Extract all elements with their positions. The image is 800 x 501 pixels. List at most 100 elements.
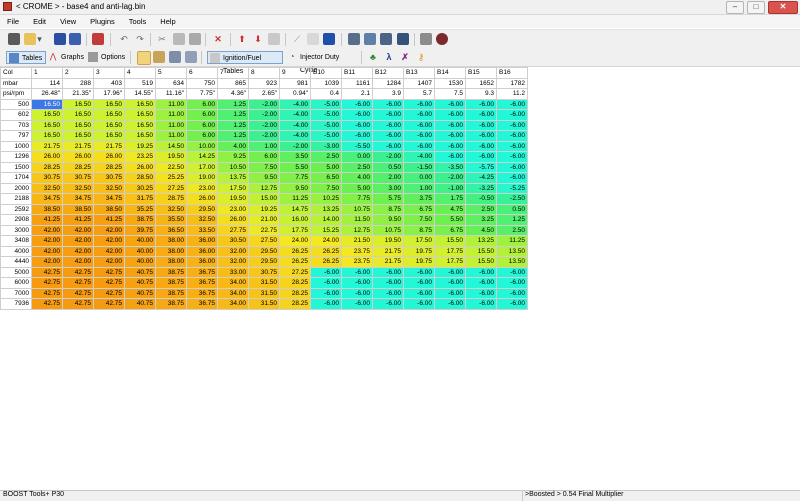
table-cell[interactable]: 38.50 (31, 203, 63, 215)
table-cell[interactable]: 1.25 (217, 98, 249, 110)
table-cell[interactable]: -6.00 (434, 298, 466, 310)
table-cell[interactable]: 36.00 (186, 256, 218, 268)
table-cell[interactable]: 38.00 (155, 235, 187, 247)
minimize-button[interactable]: – (726, 1, 744, 14)
table-cell[interactable]: 23.75 (341, 256, 373, 268)
table-cell[interactable]: 4.75 (434, 203, 466, 215)
table-cell[interactable]: -6.00 (310, 298, 342, 310)
table-cell[interactable]: -6.00 (341, 277, 373, 289)
table-cell[interactable]: 3.50 (279, 151, 311, 163)
table-cell[interactable]: -6.00 (372, 119, 404, 131)
table-cell[interactable]: 15.50 (434, 235, 466, 247)
psi-row-cell[interactable]: 7.75" (186, 88, 218, 100)
table-cell[interactable]: 23.25 (124, 151, 156, 163)
table-cell[interactable]: -2.50 (496, 193, 528, 205)
table-cell[interactable]: -5.00 (310, 98, 342, 110)
table-cell[interactable]: 30.25 (124, 182, 156, 194)
table-cell[interactable]: -6.00 (341, 130, 373, 142)
table-cell[interactable]: 7.75 (279, 172, 311, 184)
table-cell[interactable]: -0.50 (465, 193, 497, 205)
table-cell[interactable]: 16.50 (93, 130, 125, 142)
table-cell[interactable]: 24.00 (279, 235, 311, 247)
table-cell[interactable]: 0.00 (403, 172, 435, 184)
table-cell[interactable]: 15.00 (248, 193, 280, 205)
table-cell[interactable]: 16.50 (124, 130, 156, 142)
unlock-icon[interactable] (185, 51, 197, 63)
table-cell[interactable]: 1.25 (217, 109, 249, 121)
table-cell[interactable]: -5.75 (465, 161, 497, 173)
psi-row-cell[interactable]: 14.55" (124, 88, 156, 100)
table-cell[interactable]: 21.75 (372, 256, 404, 268)
column-header-row-cell[interactable]: 1 (31, 67, 63, 79)
table-cell[interactable]: 16.50 (31, 98, 63, 110)
table-cell[interactable]: -6.00 (372, 98, 404, 110)
table-cell[interactable]: 1.75 (434, 193, 466, 205)
table-cell[interactable]: 28.25 (279, 277, 311, 289)
table-cell[interactable]: 31.50 (248, 287, 280, 299)
interpolate-icon[interactable]: ⟋ (291, 33, 303, 45)
table-cell[interactable]: 27.50 (248, 235, 280, 247)
table-cell[interactable]: 19.00 (186, 172, 218, 184)
table-cell[interactable]: 11.00 (155, 130, 187, 142)
table-cell[interactable]: 31.50 (248, 277, 280, 289)
table-cell[interactable]: 35.25 (124, 203, 156, 215)
table-cell[interactable]: 16.50 (31, 130, 63, 142)
table-cell[interactable]: -6.00 (434, 277, 466, 289)
table-cell[interactable]: -6.00 (372, 277, 404, 289)
rpm-label[interactable]: 1296 (0, 151, 32, 163)
table-cell[interactable]: 28.25 (31, 161, 63, 173)
copy-icon[interactable] (173, 33, 185, 45)
table-cell[interactable]: 6.00 (186, 119, 218, 131)
table-cell[interactable]: 14.25 (186, 151, 218, 163)
table-cell[interactable]: 11.00 (155, 109, 187, 121)
table-cell[interactable]: 2.50 (465, 203, 497, 215)
table-cell[interactable]: 30.50 (217, 235, 249, 247)
table-cell[interactable]: -6.00 (496, 98, 528, 110)
table-cell[interactable]: -6.00 (434, 151, 466, 163)
table-cell[interactable]: 19.75 (403, 245, 435, 257)
table-cell[interactable]: 40.00 (124, 235, 156, 247)
table-cell[interactable]: 42.00 (31, 256, 63, 268)
table-cell[interactable]: 16.50 (93, 98, 125, 110)
table-cell[interactable]: 11.00 (155, 119, 187, 131)
table-cell[interactable]: 22.50 (155, 161, 187, 173)
table-cell[interactable]: -2.00 (434, 172, 466, 184)
table-cell[interactable]: -6.00 (372, 109, 404, 121)
mbar-row-cell[interactable]: 634 (155, 77, 187, 89)
fill-icon[interactable] (323, 33, 335, 45)
mbar-row-cell[interactable]: 519 (124, 77, 156, 89)
table-cell[interactable]: 26.25 (310, 245, 342, 257)
table-cell[interactable]: 21.75 (372, 245, 404, 257)
table-cell[interactable]: -6.00 (465, 151, 497, 163)
table-cell[interactable]: 42.75 (93, 266, 125, 278)
table-cell[interactable]: 42.75 (62, 277, 94, 289)
table-cell[interactable]: -6.00 (310, 277, 342, 289)
table-cell[interactable]: 41.25 (31, 214, 63, 226)
table-cell[interactable]: -5.25 (496, 182, 528, 194)
psi-row-cell[interactable]: 5.7 (403, 88, 435, 100)
table-cell[interactable]: 19.50 (217, 193, 249, 205)
table-cell[interactable]: 27.25 (279, 266, 311, 278)
psi-row-cell[interactable]: 9.3 (465, 88, 497, 100)
table-cell[interactable]: 9.50 (372, 214, 404, 226)
table-cell[interactable]: -6.00 (403, 109, 435, 121)
rpm-label[interactable]: 5000 (0, 266, 32, 278)
table-cell[interactable]: 30.75 (62, 172, 94, 184)
table-cell[interactable]: -6.00 (496, 277, 528, 289)
mbar-row-cell[interactable]: 1284 (372, 77, 404, 89)
table-cell[interactable]: 8.75 (372, 203, 404, 215)
table-cell[interactable]: 19.50 (372, 235, 404, 247)
mbar-row-cell[interactable]: 1161 (341, 77, 373, 89)
table-cell[interactable]: 40.00 (124, 245, 156, 257)
tab-injector-duty[interactable]: ◔ Injector Duty Cycle (285, 51, 357, 74)
table-cell[interactable]: 3.75 (403, 193, 435, 205)
table-cell[interactable]: 21.50 (341, 235, 373, 247)
redo-icon[interactable]: ↷ (134, 33, 146, 45)
table-cell[interactable]: 26.00 (217, 214, 249, 226)
table-cell[interactable]: 38.75 (155, 287, 187, 299)
table-cell[interactable]: -6.00 (434, 266, 466, 278)
export-icon[interactable] (380, 33, 392, 45)
mbar-row-cell[interactable]: 288 (62, 77, 94, 89)
table-cell[interactable]: -6.00 (403, 266, 435, 278)
psi-row-cell[interactable]: 11.2 (496, 88, 528, 100)
